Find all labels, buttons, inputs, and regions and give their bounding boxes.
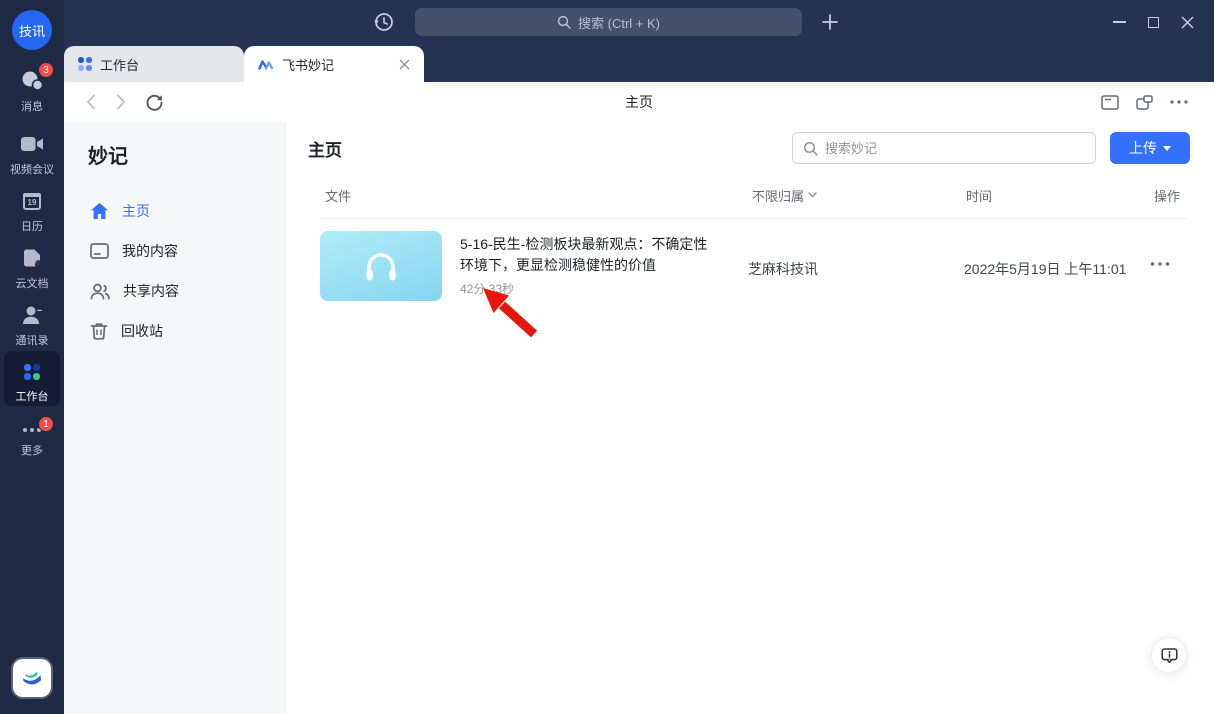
minutes-time: 2022年5月19日 上午11:01: [964, 259, 1126, 279]
tab-bar: 工作台 飞书妙记: [64, 44, 1214, 82]
nav-bar: 主页: [64, 82, 1214, 122]
minimize-icon: [1113, 21, 1126, 23]
more-dots-icon: [23, 428, 41, 432]
minutes-nav-shared-content[interactable]: 共享内容: [64, 271, 286, 311]
workbench-icon: [24, 364, 40, 380]
avatar[interactable]: 技讯: [12, 10, 52, 50]
minutes-owner: 芝麻科技讯: [748, 259, 818, 279]
home-icon: [90, 202, 109, 220]
close-button[interactable]: [1170, 0, 1204, 44]
video-camera-icon: [20, 135, 44, 153]
minimize-button[interactable]: [1102, 0, 1136, 44]
history-icon[interactable]: [373, 11, 395, 33]
search-icon: [803, 141, 818, 156]
column-header-actions: 操作: [1154, 187, 1180, 203]
refresh-icon[interactable]: [146, 94, 163, 111]
workbench-tab-icon: [78, 57, 92, 71]
app-window: 搜索 (Ctrl + K) 技讯 3: [0, 0, 1214, 714]
sidebar-item-more[interactable]: 1 更多: [0, 422, 64, 458]
feedback-button[interactable]: [1151, 637, 1187, 673]
sidebar-item-workbench[interactable]: 工作台: [4, 351, 60, 406]
trash-icon: [90, 322, 108, 340]
tab-label: 飞书妙记: [282, 55, 334, 74]
feishu-logo[interactable]: [13, 659, 51, 697]
close-icon: [1181, 16, 1194, 29]
main-panel: 主页 上传 文件 不限归属 时间 操作: [286, 122, 1214, 714]
people-icon: [90, 283, 110, 300]
app-rail: 技讯 3 消息 视频会议 19: [0, 0, 64, 714]
headphones-icon: [360, 249, 402, 283]
folder-icon: [90, 243, 109, 259]
minutes-thumbnail[interactable]: [320, 231, 442, 301]
back-icon[interactable]: [86, 94, 96, 110]
sidebar-item-docs[interactable]: 云文档: [0, 245, 64, 291]
minutes-sidebar: 妙记 主页 我的内容 共享内容: [64, 122, 286, 714]
contacts-icon: [21, 304, 43, 326]
chevron-down-icon: [1163, 146, 1171, 151]
close-tab-icon[interactable]: [399, 59, 410, 70]
tab-workbench[interactable]: 工作台: [64, 46, 244, 82]
sidebar-item-messages[interactable]: 3 消息: [0, 68, 64, 114]
new-tab-plus-icon[interactable]: [820, 12, 840, 32]
maximize-icon: [1148, 17, 1159, 28]
column-header-file: 文件: [325, 187, 351, 203]
more-badge: 1: [38, 416, 54, 432]
search-icon: [557, 15, 571, 29]
global-search-bar[interactable]: 搜索 (Ctrl + K): [415, 8, 802, 36]
minutes-nav-trash[interactable]: 回收站: [64, 311, 286, 351]
minutes-file-title[interactable]: 5-16-民生-检测板块最新观点：不确定性环境下，更显检测稳健性的价值: [460, 234, 714, 276]
maximize-button[interactable]: [1136, 0, 1170, 44]
sidebar-item-video-meeting[interactable]: 视频会议: [0, 131, 64, 177]
table-divider: [320, 218, 1188, 219]
feedback-info-icon: [1161, 647, 1178, 664]
minutes-nav-my-content[interactable]: 我的内容: [64, 231, 286, 271]
column-header-time: 时间: [966, 187, 992, 203]
annotation-arrow: [478, 286, 542, 342]
more-menu-icon[interactable]: [1170, 100, 1188, 104]
minutes-title: 妙记: [88, 140, 128, 169]
sidebar-item-calendar[interactable]: 19 日历: [0, 188, 64, 234]
feishu-logo-icon: [20, 666, 44, 690]
page-title: 主页: [625, 82, 653, 122]
window-controls: [1102, 0, 1204, 44]
minutes-search-box[interactable]: [792, 132, 1096, 164]
row-actions-icon[interactable]: [1150, 262, 1170, 266]
chevron-down-icon: [808, 192, 817, 198]
minutes-search-input[interactable]: [825, 141, 1085, 156]
upload-button[interactable]: 上传: [1110, 132, 1190, 164]
content-title: 主页: [308, 136, 342, 161]
dock-window-icon[interactable]: [1101, 95, 1119, 110]
tab-label: 工作台: [100, 55, 139, 74]
docs-icon: [21, 247, 43, 269]
forward-icon[interactable]: [116, 94, 126, 110]
open-in-new-window-icon[interactable]: [1136, 95, 1153, 110]
owner-filter[interactable]: 不限归属: [752, 187, 817, 203]
messages-badge: 3: [38, 62, 54, 78]
global-search-placeholder: 搜索 (Ctrl + K): [578, 13, 660, 32]
titlebar: 搜索 (Ctrl + K): [0, 0, 1214, 44]
sidebar-item-contacts[interactable]: 通讯录: [0, 302, 64, 348]
minutes-logo-icon: [258, 57, 274, 71]
tab-minutes[interactable]: 飞书妙记: [244, 46, 424, 82]
minutes-nav-home[interactable]: 主页: [64, 191, 286, 231]
content-area: 妙记 主页 我的内容 共享内容: [64, 122, 1214, 714]
calendar-icon: 19: [23, 193, 41, 210]
